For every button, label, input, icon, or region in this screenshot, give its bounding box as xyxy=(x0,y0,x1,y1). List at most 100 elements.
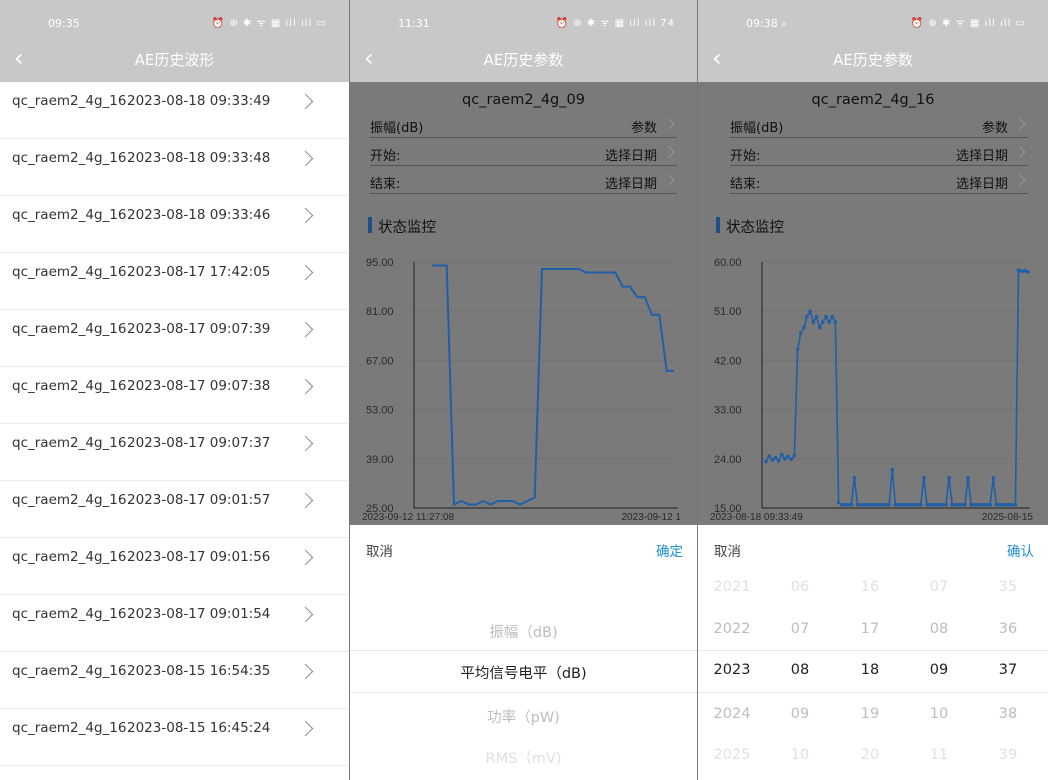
chevron-right-icon xyxy=(297,606,314,623)
data-point xyxy=(906,502,910,507)
param-row-start[interactable]: 开始: 选择日期 xyxy=(370,138,677,166)
picker-value[interactable]: 19 xyxy=(840,706,900,726)
data-point xyxy=(884,502,888,507)
data-point xyxy=(802,325,806,330)
history-row[interactable]: qc_raem2_4g_16 2023-08-17 09:01:56 xyxy=(0,538,349,595)
data-point xyxy=(953,502,958,507)
row-device: qc_raem2_4g_16 xyxy=(12,720,127,736)
picker-value[interactable]: 39 xyxy=(978,747,1038,767)
cancel-button[interactable]: 取消 xyxy=(714,540,741,560)
picker-value-selected[interactable]: 18 xyxy=(840,662,900,682)
param-value: 选择日期 xyxy=(604,149,657,164)
picker-value[interactable]: 2025 xyxy=(702,747,762,767)
data-point xyxy=(909,502,913,507)
picker-value[interactable]: 07 xyxy=(909,579,969,599)
picker-value[interactable]: 17 xyxy=(840,621,900,641)
picker-value[interactable]: 2021 xyxy=(702,579,762,599)
row-device: qc_raem2_4g_16 xyxy=(12,321,127,337)
data-point xyxy=(922,476,926,480)
params-content: qc_raem2_4g_16 振幅(dB) 参数 开始: 选择日期 结束: 选择… xyxy=(698,82,1048,525)
row-timestamp: 2023-08-17 09:01:57 xyxy=(127,492,271,508)
data-point xyxy=(950,502,954,507)
param-row-end[interactable]: 结束: 选择日期 xyxy=(370,166,677,194)
page-title: AE历史参数 xyxy=(833,51,913,69)
row-timestamp: 2023-08-15 16:45:24 xyxy=(127,720,271,736)
history-row[interactable]: qc_raem2_4g_16 2023-08-15 16:45:24 xyxy=(0,709,349,766)
history-row[interactable]: qc_raem2_4g_16 2023-08-17 09:07:39 xyxy=(0,310,349,367)
picker-value-selected[interactable]: 09 xyxy=(909,662,969,682)
chevron-right-icon xyxy=(297,321,314,338)
picker-value[interactable]: 20 xyxy=(840,747,900,767)
confirm-button[interactable]: 确定 xyxy=(656,540,683,560)
data-point xyxy=(893,502,898,507)
data-point xyxy=(780,452,784,457)
data-point xyxy=(915,502,920,507)
data-point xyxy=(767,454,771,458)
picker-value-selected[interactable]: 37 xyxy=(978,662,1038,682)
param-label: 结束: xyxy=(370,177,401,192)
picker-value[interactable]: 16 xyxy=(840,579,900,599)
picker-value[interactable]: 36 xyxy=(978,621,1038,641)
picker-option[interactable]: 振幅（dB) xyxy=(350,621,697,642)
history-row[interactable]: qc_raem2_4g_16 2023-08-18 09:33:48 xyxy=(0,139,349,196)
picker-value-selected[interactable]: 08 xyxy=(770,662,830,682)
data-point xyxy=(871,502,876,507)
x-start-label: 2023-08-18 09:33:49 xyxy=(710,512,803,523)
nav-bar: ‹ AE历史波形 xyxy=(0,38,349,82)
data-point xyxy=(792,453,797,458)
history-row[interactable]: qc_raem2_4g_16 2023-08-17 09:01:57 xyxy=(0,481,349,538)
param-row-amplitude[interactable]: 振幅(dB) 参数 xyxy=(370,110,677,138)
confirm-button[interactable]: 确认 xyxy=(1007,540,1034,560)
data-point xyxy=(925,502,929,507)
param-label: 开始: xyxy=(730,149,761,164)
y-tick-label: 67.00 xyxy=(366,355,394,367)
cancel-button[interactable]: 取消 xyxy=(366,540,393,560)
picker-option[interactable]: 功率（pW) xyxy=(350,706,697,727)
date-picker-sheet: 取消 确认 2021 2022 2023 2024 2025 06 07 08 09 10 16 17… xyxy=(698,525,1048,780)
param-row-amplitude[interactable]: 振幅(dB) 参数 xyxy=(730,110,1028,138)
picker-value-selected[interactable]: 2023 xyxy=(702,662,762,682)
data-point xyxy=(840,502,844,507)
series-line xyxy=(432,264,674,507)
history-row[interactable]: qc_raem2_4g_16 2023-08-17 09:07:38 xyxy=(0,367,349,424)
picker-value[interactable]: 10 xyxy=(770,747,830,767)
history-row[interactable]: qc_raem2_4g_16 2023-08-18 09:33:46 xyxy=(0,196,349,253)
chevron-right-icon xyxy=(663,174,675,186)
picker-value[interactable]: 2024 xyxy=(702,706,762,726)
chevron-right-icon xyxy=(1014,146,1026,158)
x-start-label: 2023-09-12 11:27:08 xyxy=(362,512,455,523)
param-row-end[interactable]: 结束: 选择日期 xyxy=(730,166,1028,194)
picker-value[interactable]: 10 xyxy=(909,706,969,726)
status-extra-icon: ⌕ xyxy=(781,17,788,30)
status-time: 09:38 ⌕ xyxy=(746,17,788,30)
history-row[interactable]: qc_raem2_4g_16 2023-08-17 17:42:05 xyxy=(0,253,349,310)
picker-value[interactable]: 07 xyxy=(770,621,830,641)
data-point xyxy=(975,502,980,507)
picker-value[interactable]: 2022 xyxy=(702,621,762,641)
picker-option-selected[interactable]: 平均信号电平（dB) xyxy=(350,662,697,683)
data-point xyxy=(972,502,977,507)
picker-value[interactable]: 08 xyxy=(909,621,969,641)
data-point xyxy=(770,458,775,462)
picker-option[interactable]: RMS（mV) xyxy=(350,747,697,768)
data-point xyxy=(1016,268,1021,272)
history-row[interactable]: qc_raem2_4g_16 2023-08-15 16:54:35 xyxy=(0,652,349,709)
data-point xyxy=(868,502,872,507)
param-label: 结束: xyxy=(730,177,761,192)
data-point xyxy=(811,320,816,324)
picker-value[interactable]: 38 xyxy=(978,706,1038,726)
history-row[interactable]: qc_raem2_4g_16 2023-08-17 09:07:37 xyxy=(0,424,349,481)
data-point xyxy=(991,476,996,480)
data-point xyxy=(997,502,1002,507)
picker-value[interactable]: 09 xyxy=(770,706,830,726)
history-row[interactable]: qc_raem2_4g_16 2023-08-17 09:01:54 xyxy=(0,595,349,652)
picker-value[interactable]: 35 xyxy=(978,579,1038,599)
picker-value[interactable]: 11 xyxy=(909,747,969,767)
picker-value[interactable]: 06 xyxy=(770,579,830,599)
row-timestamp: 2023-08-18 09:33:48 xyxy=(127,150,271,166)
history-row[interactable]: qc_raem2_4g_16 2023-08-18 09:33:49 xyxy=(0,82,349,139)
param-picker-sheet: 取消 确定 振幅（dB) 平均信号电平（dB) 功率（pW) RMS（mV) xyxy=(350,525,697,780)
chevron-right-icon xyxy=(297,93,314,110)
data-point xyxy=(843,502,847,507)
param-row-start[interactable]: 开始: 选择日期 xyxy=(730,138,1028,166)
